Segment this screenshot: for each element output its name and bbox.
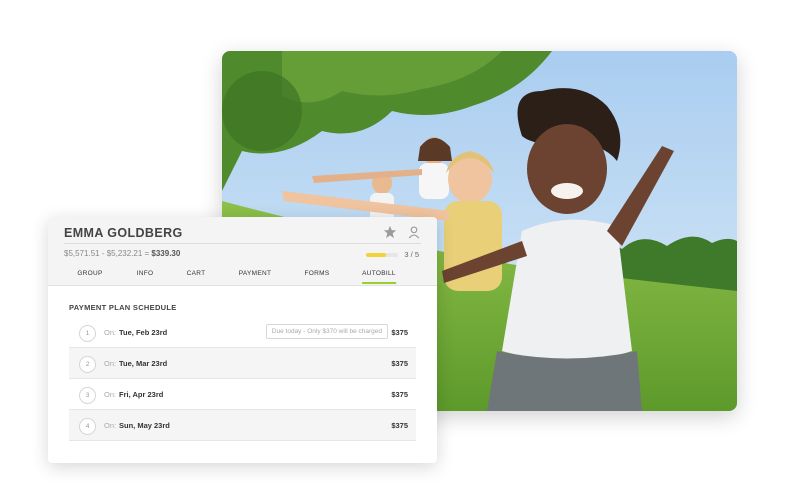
customer-card: EMMA GOLDBERG $5,571.51 - $5,232.21 = $3… bbox=[48, 217, 437, 463]
row-number: 1 bbox=[79, 325, 96, 342]
tab-forms[interactable]: FORMS bbox=[305, 270, 330, 277]
tab-bar: GROUP INFO CART PAYMENT FORMS AUTOBILL bbox=[48, 270, 437, 285]
schedule-row[interactable]: 3 On: Fri, Apr 23rd $375 bbox=[69, 379, 416, 410]
tab-payment[interactable]: PAYMENT bbox=[239, 270, 272, 277]
on-label: On: bbox=[104, 359, 117, 368]
balance-result: $339.30 bbox=[151, 249, 181, 258]
tab-group[interactable]: GROUP bbox=[77, 270, 102, 277]
user-icon[interactable] bbox=[407, 225, 421, 239]
progress-fill bbox=[366, 252, 386, 257]
on-label: On: bbox=[104, 328, 117, 337]
row-date: Fri, Apr 23rd bbox=[119, 390, 164, 399]
progress-indicator: 3 / 5 bbox=[366, 250, 419, 259]
row-number: 2 bbox=[79, 356, 96, 373]
row-amount: $375 bbox=[391, 421, 408, 430]
due-today-note: Due today - Only $370 will be charged bbox=[265, 324, 388, 339]
progress-bar bbox=[366, 252, 399, 257]
progress-label: 3 / 5 bbox=[404, 250, 419, 259]
tab-info[interactable]: INFO bbox=[137, 270, 154, 277]
schedule-row[interactable]: 4 On: Sun, May 23rd $375 bbox=[69, 410, 416, 441]
balance-calc: $5,571.51 - $5,232.21 = bbox=[64, 249, 152, 258]
row-amount: $375 bbox=[391, 390, 408, 399]
tab-autobill[interactable]: AUTOBILL bbox=[362, 270, 396, 284]
tab-cart[interactable]: CART bbox=[187, 270, 206, 277]
row-date: Tue, Feb 23rd bbox=[119, 328, 168, 337]
row-amount: $375 bbox=[391, 359, 408, 368]
on-label: On: bbox=[104, 421, 117, 430]
section-title: PAYMENT PLAN SCHEDULE bbox=[69, 303, 177, 312]
balance-summary: $5,571.51 - $5,232.21 = $339.30 bbox=[64, 249, 180, 258]
schedule-list: 1 On: Tue, Feb 23rd Due today - Only $37… bbox=[69, 317, 416, 441]
star-icon[interactable] bbox=[383, 225, 397, 239]
schedule-row[interactable]: 2 On: Tue, Mar 23rd $375 bbox=[69, 348, 416, 379]
row-date: Tue, Mar 23rd bbox=[119, 359, 168, 368]
row-date: Sun, May 23rd bbox=[119, 421, 170, 430]
header-icons bbox=[383, 225, 421, 239]
row-number: 3 bbox=[79, 387, 96, 404]
schedule-row[interactable]: 1 On: Tue, Feb 23rd Due today - Only $37… bbox=[69, 317, 416, 348]
row-amount: $375 bbox=[391, 328, 408, 337]
header-divider bbox=[64, 243, 421, 244]
customer-name: EMMA GOLDBERG bbox=[64, 226, 183, 240]
card-header: EMMA GOLDBERG $5,571.51 - $5,232.21 = $3… bbox=[48, 217, 437, 286]
on-label: On: bbox=[104, 390, 117, 399]
row-number: 4 bbox=[79, 418, 96, 435]
